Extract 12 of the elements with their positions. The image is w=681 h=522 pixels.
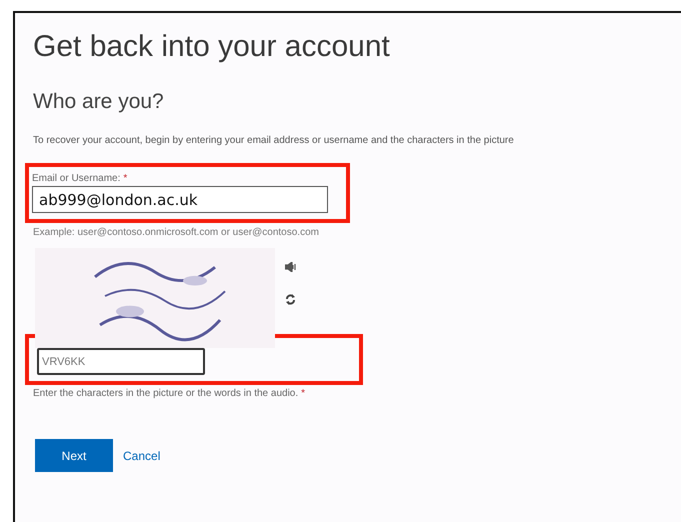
cancel-link[interactable]: Cancel <box>123 448 160 462</box>
instructions-text: To recover your account, begin by entering your email address or username and the characters in the picture <box>33 135 515 146</box>
captcha-field[interactable]: VRV6KK <box>37 348 205 375</box>
example-text: Example: user@contoso.onmicrosoft.com or user@contoso.com <box>33 227 320 238</box>
field-label: Email or Username: <box>32 173 120 184</box>
required-mark: * <box>301 388 306 399</box>
email-field[interactable]: ab999@london.ac.uk <box>32 186 328 213</box>
section-heading: Who are you? <box>33 89 165 115</box>
next-button[interactable]: Next <box>35 439 113 472</box>
required-mark: * <box>123 173 128 184</box>
page-title: Get back into your account <box>33 29 391 65</box>
hint-text: Enter the characters in the picture or the words in the audio. <box>33 388 298 399</box>
